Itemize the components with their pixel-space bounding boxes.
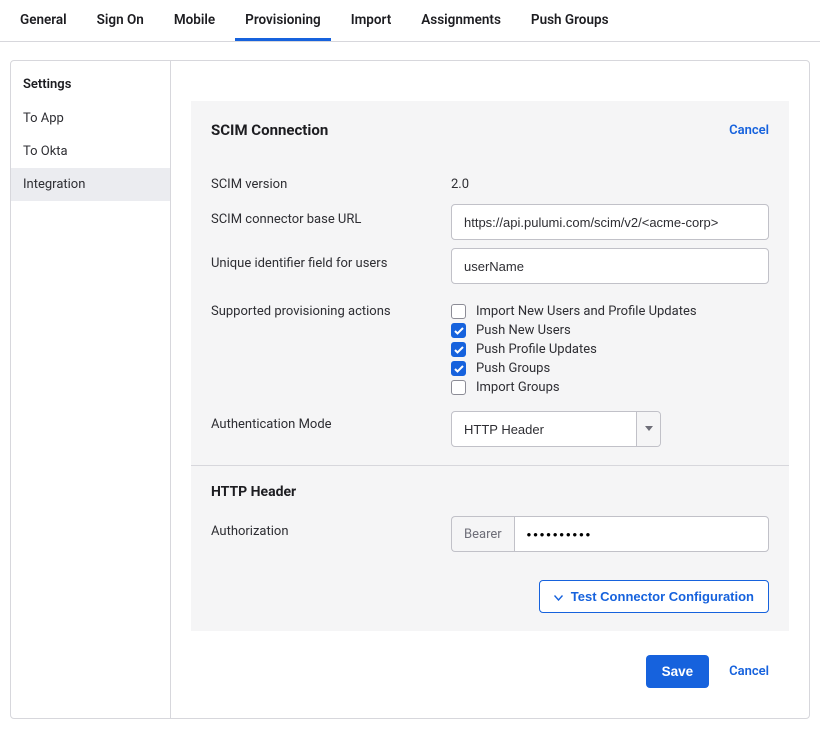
sidebar-item-to-okta[interactable]: To Okta [11, 135, 170, 168]
save-button[interactable]: Save [646, 655, 710, 688]
unique-id-label: Unique identifier field for users [211, 248, 451, 271]
content-area: SCIM Connection Cancel SCIM version 2.0 … [171, 61, 809, 718]
checkbox-import-groups[interactable] [451, 380, 466, 395]
bearer-prefix: Bearer [451, 516, 514, 552]
base-url-input[interactable] [451, 204, 769, 240]
tab-mobile[interactable]: Mobile [164, 0, 225, 41]
checkbox-label-import-groups: Import Groups [476, 380, 560, 395]
checkbox-label-push-groups: Push Groups [476, 361, 550, 376]
tab-provisioning[interactable]: Provisioning [235, 0, 331, 41]
sidebar-heading: Settings [11, 69, 170, 102]
checkbox-push-groups[interactable] [451, 361, 466, 376]
bearer-token-input[interactable] [514, 516, 769, 552]
scim-version-label: SCIM version [211, 169, 451, 192]
tab-import[interactable]: Import [341, 0, 402, 41]
test-connector-label: Test Connector Configuration [571, 589, 754, 604]
http-header-title: HTTP Header [191, 466, 789, 512]
checkbox-push-new-users[interactable] [451, 323, 466, 338]
tab-sign-on[interactable]: Sign On [87, 0, 154, 41]
authorization-label: Authorization [211, 516, 451, 539]
auth-mode-select[interactable] [451, 411, 661, 447]
actions-label: Supported provisioning actions [211, 296, 451, 319]
test-connector-button[interactable]: Test Connector Configuration [539, 580, 769, 613]
sidebar-item-integration[interactable]: Integration [11, 168, 170, 201]
footer-actions: Save Cancel [191, 631, 789, 694]
chevron-down-icon [554, 589, 563, 604]
footer-cancel-link[interactable]: Cancel [729, 664, 769, 679]
checkbox-label-push-profile-updates: Push Profile Updates [476, 342, 597, 357]
checkbox-import-new-users[interactable] [451, 304, 466, 319]
scim-version-value: 2.0 [451, 169, 469, 192]
scim-panel: SCIM Connection Cancel SCIM version 2.0 … [191, 101, 789, 631]
top-tabs: General Sign On Mobile Provisioning Impo… [0, 0, 820, 42]
sidebar-item-to-app[interactable]: To App [11, 102, 170, 135]
checkbox-push-profile-updates[interactable] [451, 342, 466, 357]
main-layout: Settings To App To Okta Integration SCIM… [10, 60, 810, 719]
tab-general[interactable]: General [10, 0, 77, 41]
settings-sidebar: Settings To App To Okta Integration [11, 61, 171, 718]
panel-title: SCIM Connection [211, 121, 328, 139]
base-url-label: SCIM connector base URL [211, 204, 451, 227]
tab-push-groups[interactable]: Push Groups [521, 0, 619, 41]
unique-id-input[interactable] [451, 248, 769, 284]
checkbox-label-import-new-users: Import New Users and Profile Updates [476, 304, 697, 319]
auth-mode-label: Authentication Mode [211, 409, 451, 432]
tab-assignments[interactable]: Assignments [411, 0, 511, 41]
checkbox-label-push-new-users: Push New Users [476, 323, 571, 338]
panel-cancel-link[interactable]: Cancel [729, 123, 769, 138]
